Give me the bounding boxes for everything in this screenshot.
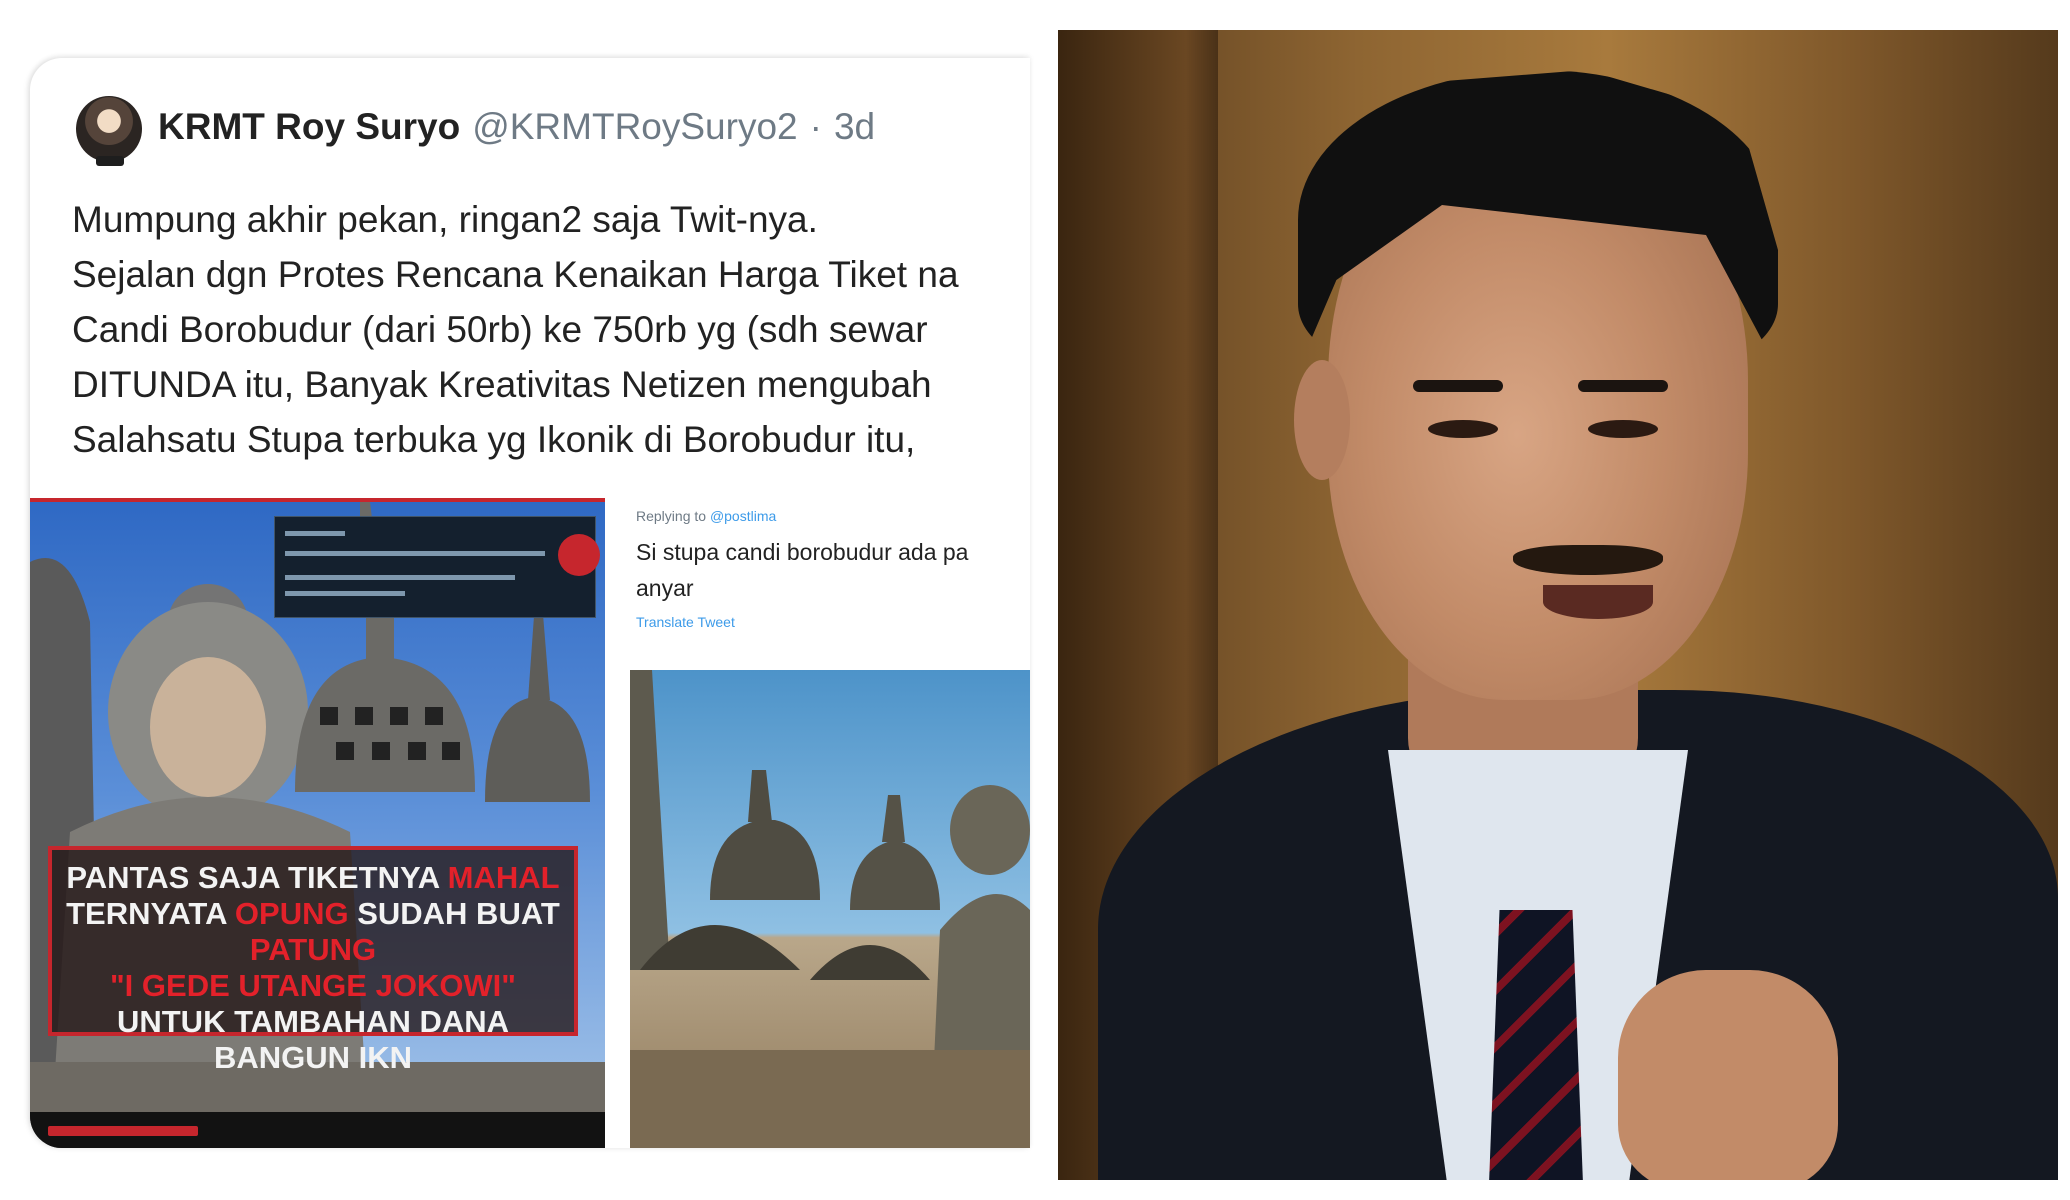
tweet-card: KRMT Roy Suryo @KRMTRoySuryo2 · 3d Mumpu… xyxy=(30,58,1030,1148)
user-handle[interactable]: @KRMTRoySuryo2 xyxy=(472,106,797,148)
tweet-text-line: Salahsatu Stupa terbuka yg Ikonik di Bor… xyxy=(72,419,916,460)
reply-text: Si stupa candi borobudur ada pa anyar xyxy=(636,534,1030,606)
tweet-body: Mumpung akhir pekan, ringan2 saja Twit-n… xyxy=(72,192,1030,467)
reply-text-line: Si stupa candi borobudur ada pa xyxy=(636,539,969,565)
news-logo-icon xyxy=(558,534,600,576)
caption-line-1: PANTAS SAJA TIKETNYA MAHAL xyxy=(66,860,560,895)
tweet-text-line: DITUNDA itu, Banyak Kreativitas Netizen … xyxy=(72,364,932,405)
portrait-photo xyxy=(1058,30,2058,1180)
meme-footer-bar xyxy=(30,1112,605,1148)
tweet-text-line: Candi Borobudur (dari 50rb) ke 750rb yg … xyxy=(72,309,928,350)
user-avatar[interactable] xyxy=(76,96,142,162)
right-eye xyxy=(1588,420,1658,438)
meme-caption: PANTAS SAJA TIKETNYA MAHAL TERNYATA OPUN… xyxy=(48,846,578,1075)
tweet-header: KRMT Roy Suryo @KRMTRoySuryo2 · 3d xyxy=(158,106,875,156)
left-eye xyxy=(1428,420,1498,438)
borobudur-photo xyxy=(630,670,1030,1148)
replying-to: Replying to @postlima xyxy=(636,508,777,524)
tweet-media-meme[interactable]: PANTAS SAJA TIKETNYA MAHAL TERNYATA OPUN… xyxy=(30,498,605,1148)
caption-line-4: UNTUK TAMBAHAN DANA BANGUN IKN xyxy=(116,1004,510,1075)
translate-tweet-link[interactable]: Translate Tweet xyxy=(636,614,735,630)
replying-to-link[interactable]: @postlima xyxy=(710,508,776,524)
caption-line-2: TERNYATA OPUNG SUDAH BUAT PATUNG xyxy=(66,896,560,967)
embedded-tweet-card xyxy=(274,516,596,618)
borobudur-scene xyxy=(630,670,1030,1148)
ear xyxy=(1294,360,1350,480)
mouth xyxy=(1543,585,1653,619)
separator-dot: · xyxy=(809,106,822,147)
striped-tie xyxy=(1488,910,1584,1180)
tweet-media-reply-screenshot[interactable]: Replying to @postlima Si stupa candi bor… xyxy=(628,498,1030,1148)
left-eyebrow xyxy=(1413,380,1503,392)
reply-text-line: anyar xyxy=(636,575,694,601)
mustache xyxy=(1513,545,1663,575)
tweet-timestamp[interactable]: 3d xyxy=(834,106,875,148)
hand xyxy=(1618,970,1838,1180)
avatar-badge-icon xyxy=(96,156,124,166)
display-name[interactable]: KRMT Roy Suryo xyxy=(158,106,460,148)
right-eyebrow xyxy=(1578,380,1668,392)
caption-line-3: "I GEDE UTANGE JOKOWI" xyxy=(109,968,516,1003)
tweet-text-line: Sejalan dgn Protes Rencana Kenaikan Harg… xyxy=(72,254,959,295)
tweet-text-line: Mumpung akhir pekan, ringan2 saja Twit-n… xyxy=(72,199,818,240)
